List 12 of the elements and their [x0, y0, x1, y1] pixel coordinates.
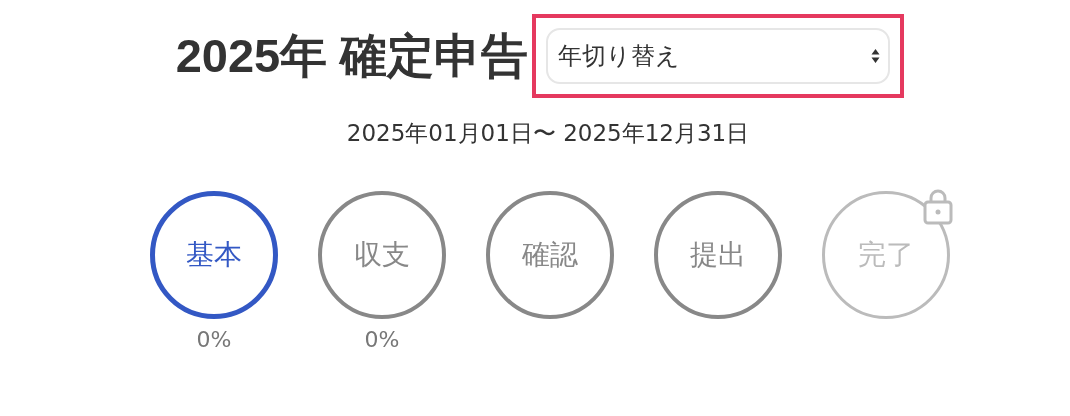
year-select[interactable]: 年切り替え — [546, 28, 891, 84]
step-button[interactable]: 収支 — [318, 191, 446, 319]
period-text: 2025年01月01日〜 2025年12月31日 — [345, 119, 751, 148]
lock-icon — [923, 189, 953, 225]
sort-arrows-icon — [871, 48, 881, 64]
progress-percent: 0% — [196, 327, 232, 353]
step-button[interactable]: 確認 — [486, 191, 614, 319]
step-button[interactable]: 基本 — [150, 191, 278, 319]
page-title: 2025年 確定申告 — [175, 27, 529, 84]
step-button[interactable]: 提出 — [654, 191, 782, 319]
step-button[interactable]: 完了 — [822, 191, 950, 319]
progress-percent: 0% — [364, 327, 400, 353]
